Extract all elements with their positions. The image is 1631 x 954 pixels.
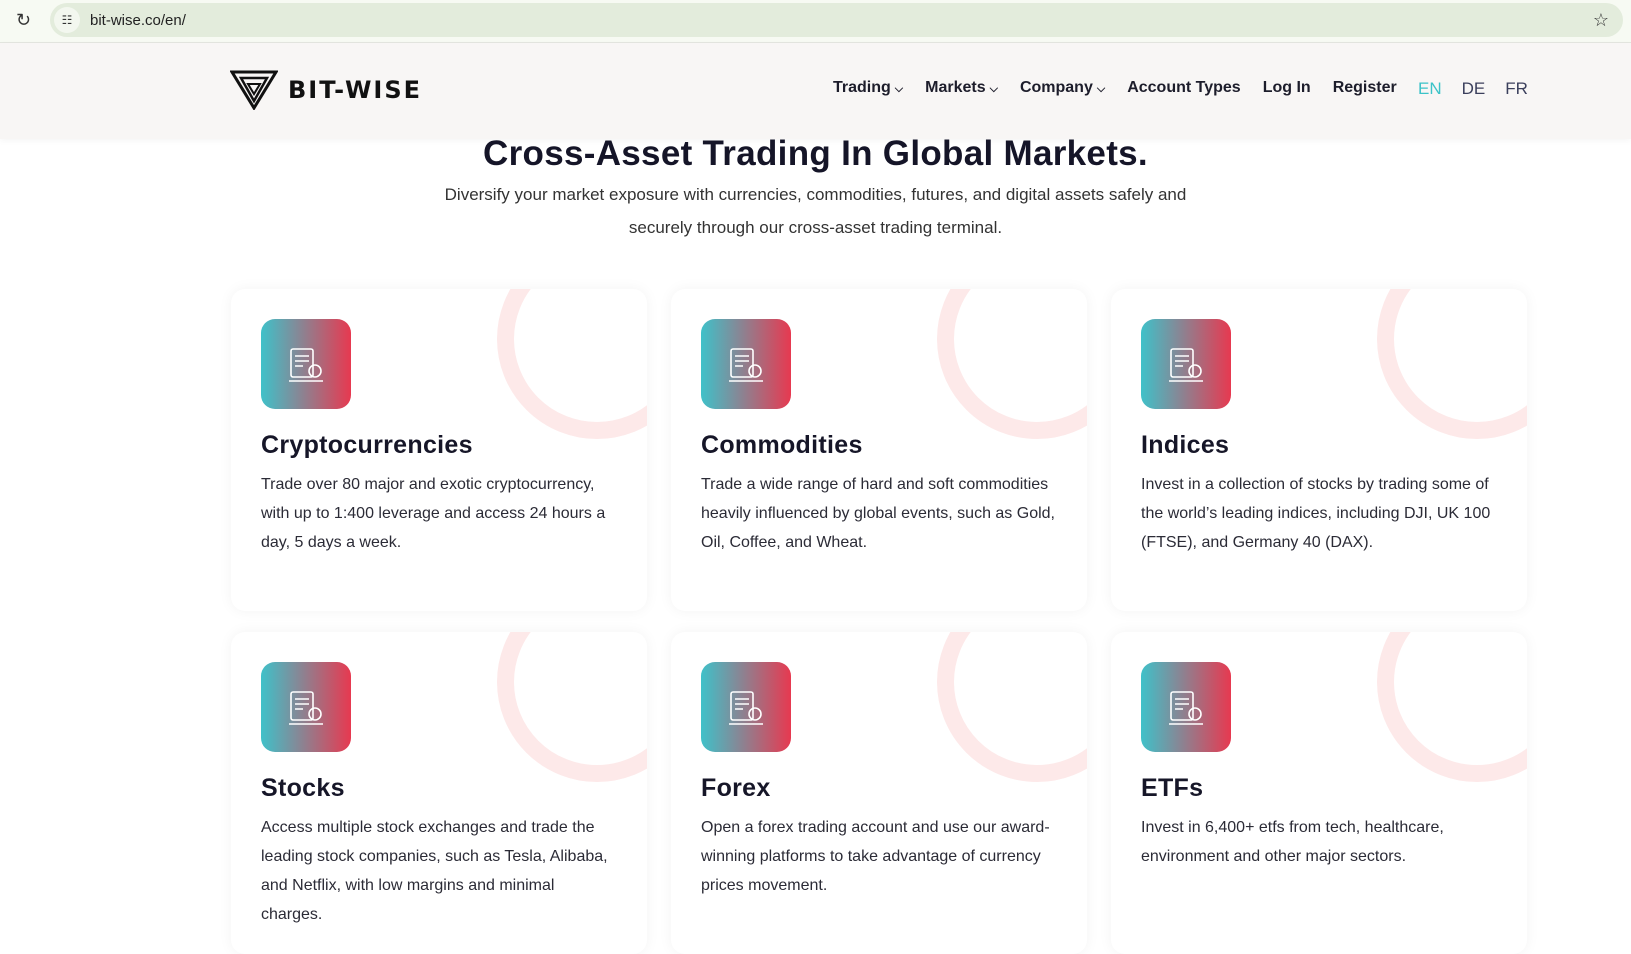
monitor-edit-icon	[701, 662, 791, 752]
page-title: Cross-Asset Trading In Global Markets.	[483, 134, 1148, 173]
card-title: Commodities	[701, 431, 863, 459]
nav-trading[interactable]: Trading ⌵	[833, 79, 903, 97]
brand-name: BIT-WISE	[288, 76, 423, 104]
card-description: Open a forex trading account and use our…	[701, 819, 1050, 894]
card-title: Indices	[1141, 431, 1230, 459]
lang-en[interactable]: EN	[1418, 79, 1442, 99]
decorative-ring	[937, 632, 1087, 782]
card-title: Forex	[701, 774, 771, 802]
nav-register[interactable]: Register	[1333, 79, 1397, 97]
asset-card-forex[interactable]: Forex Open a forex trading account and u…	[671, 632, 1087, 954]
decorative-ring	[1377, 632, 1527, 782]
logo-icon	[230, 70, 278, 110]
bookmark-star-icon[interactable]: ☆	[1593, 10, 1609, 31]
card-description: Access multiple stock exchanges and trad…	[261, 819, 608, 923]
shopping-document-icon	[261, 662, 351, 752]
language-switcher: EN DE FR	[1418, 79, 1528, 99]
hero: Cross-Asset Trading In Global Markets. D…	[0, 134, 1631, 244]
logo[interactable]: BIT-WISE	[230, 70, 422, 110]
nav-account-types[interactable]: Account Types	[1127, 79, 1241, 97]
main-nav: Trading ⌵ Markets ⌵ Company ⌵ Account Types…	[833, 79, 1397, 97]
asset-card-etfs[interactable]: ETFs Invest in 6,400+ etfs from tech, he…	[1111, 632, 1527, 954]
card-title: Cryptocurrencies	[261, 431, 473, 459]
chevron-down-icon: ⌵	[1096, 83, 1106, 95]
url-text[interactable]: bit-wise.co/en/	[90, 12, 186, 29]
reload-icon[interactable]: ↻	[16, 10, 31, 31]
growth-gear-icon	[261, 319, 351, 409]
card-description: Trade over 80 major and exotic cryptocur…	[261, 476, 606, 551]
browser-toolbar: ↻ ☷ bit-wise.co/en/ ☆	[0, 0, 1631, 43]
site-header: BIT-WISE Trading ⌵ Markets ⌵ Company ⌵ Acco…	[0, 43, 1631, 139]
lang-fr[interactable]: FR	[1505, 79, 1528, 99]
decorative-ring	[937, 289, 1087, 439]
card-description: Trade a wide range of hard and soft comm…	[701, 476, 1055, 551]
site-settings-icon[interactable]: ☷	[54, 7, 80, 33]
megaphone-icon	[1141, 319, 1231, 409]
asset-card-stocks[interactable]: Stocks Access multiple stock exchanges a…	[231, 632, 647, 954]
chevron-down-icon: ⌵	[894, 83, 904, 95]
chevron-down-icon: ⌵	[989, 83, 998, 95]
card-description: Invest in a collection of stocks by trad…	[1141, 476, 1491, 551]
decorative-ring	[1377, 289, 1527, 439]
nav-markets[interactable]: Markets ⌵	[925, 79, 998, 97]
card-title: ETFs	[1141, 774, 1204, 802]
asset-cards: Cryptocurrencies Trade over 80 major and…	[231, 289, 1527, 954]
nav-company[interactable]: Company ⌵	[1020, 79, 1105, 97]
asset-card-indices[interactable]: Indices Invest in a collection of stocks…	[1111, 289, 1527, 611]
laptop-user-icon	[1141, 662, 1231, 752]
address-bar[interactable]: ☷ bit-wise.co/en/ ☆	[50, 3, 1623, 37]
asset-card-commodities[interactable]: Commodities Trade a wide range of hard a…	[671, 289, 1087, 611]
card-description: Invest in 6,400+ etfs from tech, healthc…	[1141, 819, 1444, 865]
decorative-ring	[497, 632, 647, 782]
card-title: Stocks	[261, 774, 345, 802]
lang-de[interactable]: DE	[1462, 79, 1486, 99]
decorative-ring	[497, 289, 647, 439]
asset-card-cryptocurrencies[interactable]: Cryptocurrencies Trade over 80 major and…	[231, 289, 647, 611]
hero-subtitle: Diversify your market exposure with curr…	[444, 185, 1187, 237]
nav-log-in[interactable]: Log In	[1263, 79, 1311, 97]
code-document-icon	[701, 319, 791, 409]
